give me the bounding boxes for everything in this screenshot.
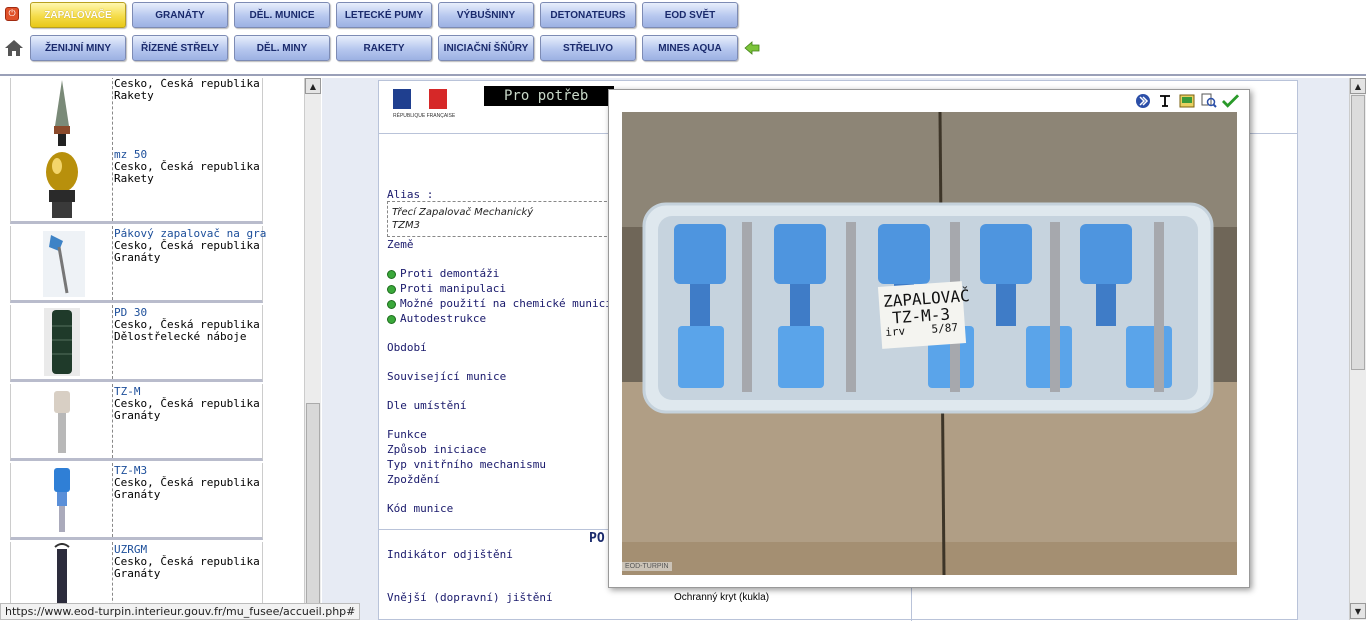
- page-scrollbar[interactable]: ▲ ▼: [1349, 78, 1366, 620]
- list-item-type: Rakety: [114, 89, 154, 102]
- top-navigation: ⏻ ZAPALOVAČE GRANÁTY DĚL. MUNICE LETECKÉ…: [0, 0, 1366, 76]
- nav-detonateurs[interactable]: DETONATEURS: [540, 2, 636, 28]
- scroll-up-arrow-icon[interactable]: ▲: [1350, 78, 1366, 94]
- list-item[interactable]: mz 50 Cesko, Česká republika Rakety: [10, 147, 263, 224]
- fuze-photo: ZAPALOVAČ TZ-M-3 irv 5/87 EOD-TURPIN: [622, 112, 1237, 575]
- viewer-toolbar: [1134, 92, 1239, 109]
- list-item-type: Rakety: [114, 172, 154, 185]
- list-item[interactable]: PD 30 Cesko, Česká republika Dělostřelecké…: [10, 305, 263, 382]
- back-arrow-icon[interactable]: [744, 40, 760, 56]
- nav-rakety[interactable]: RAKETY: [336, 35, 432, 61]
- nav-eod-svet[interactable]: EOD SVĚT: [642, 2, 738, 28]
- list-item-type: Granáty: [114, 567, 161, 580]
- field-kod: Kód munice: [387, 502, 454, 515]
- list-item[interactable]: Cesko, Česká republika Rakety: [10, 78, 263, 153]
- ok-status-icon: [387, 284, 396, 294]
- alias-value: TZM3: [392, 220, 420, 231]
- browser-status-bar: https://www.eod-turpin.interieur.gouv.fr…: [0, 603, 361, 620]
- section-heading: PO: [589, 531, 605, 546]
- external-safety-value: Ochranný kryt (kukla): [674, 592, 770, 603]
- nav-mines-aqua[interactable]: MINES AQUA: [642, 35, 738, 61]
- lever-fuze-thumbnail: [13, 226, 111, 300]
- ok-status-icon: [387, 314, 396, 324]
- external-safety-label: Vnější (dopravní) jištění: [387, 591, 553, 604]
- ok-status-icon: [387, 299, 396, 309]
- photo-watermark: EOD-TURPIN: [622, 562, 672, 571]
- image-icon[interactable]: [1178, 92, 1195, 109]
- mz50-thumbnail: [13, 147, 111, 221]
- fuze-list-panel: Cesko, Česká republika Rakety mz 50 Cesko,…: [0, 78, 322, 620]
- list-item-type: Granáty: [114, 251, 161, 264]
- field-souvisejici: Související munice: [387, 370, 507, 383]
- alias-label: Alias :: [387, 188, 434, 201]
- field-funkce: Funkce: [387, 428, 427, 441]
- nav-strelivo[interactable]: STŘELIVO: [540, 35, 636, 61]
- list-item[interactable]: TZ-M Cesko, Česká republika Granáty: [10, 384, 263, 461]
- nav-letecke-pumy[interactable]: LETECKÉ PUMY: [336, 2, 432, 28]
- list-item[interactable]: Pákový zapalovač na gra Cesko, Česká repu…: [10, 226, 266, 303]
- rocket-fuze-thumbnail: [13, 78, 111, 150]
- power-icon[interactable]: ⏻: [5, 7, 19, 21]
- confirm-check-icon[interactable]: [1222, 92, 1239, 109]
- alias-value: Třecí Zapalovač Mechanický: [392, 207, 534, 218]
- indicator-label: Indikátor odjištění: [387, 548, 513, 561]
- scroll-up-arrow-icon[interactable]: ▲: [305, 78, 321, 94]
- nav-del-munice[interactable]: DĚL. MUNICE: [234, 2, 330, 28]
- ok-status-icon: [387, 269, 396, 279]
- republique-text: RÉPUBLIQUE FRANÇAISE: [393, 113, 456, 119]
- flag-chemical: Možné použití na chemické munici: [387, 297, 612, 310]
- field-obdobi: Období: [387, 341, 427, 354]
- field-umisteni: Dle umístění: [387, 399, 467, 412]
- flag-anti-handling: Proti manipulaci: [387, 282, 506, 295]
- list-item-type: Dělostřelecké náboje: [114, 330, 247, 343]
- tz-m3-thumbnail: [13, 463, 111, 537]
- scrollbar-thumb[interactable]: [1351, 95, 1365, 370]
- tz-m-thumbnail: [13, 384, 111, 458]
- text-icon[interactable]: [1156, 92, 1173, 109]
- photo-label: ZAPALOVAČ TZ-M-3 irv 5/87: [882, 286, 971, 339]
- nav-vybusniny[interactable]: VÝBUŠNINY: [438, 2, 534, 28]
- list-item-type: Granáty: [114, 409, 161, 422]
- flag-self-destruct: Autodestrukce: [387, 312, 486, 325]
- scrollbar-thumb[interactable]: [306, 403, 320, 620]
- home-icon[interactable]: [4, 38, 24, 58]
- nav-granaty[interactable]: GRANÁTY: [132, 2, 228, 28]
- left-list-scrollbar[interactable]: ▲: [304, 78, 321, 620]
- image-viewer-popup: ZAPALOVAČ TZ-M-3 irv 5/87 EOD-TURPIN: [608, 89, 1250, 588]
- field-zpozdeni: Zpoždění: [387, 473, 440, 486]
- zeme-label: Země: [387, 238, 414, 251]
- banner: Pro potřeb: [484, 86, 614, 106]
- zoom-icon[interactable]: [1200, 92, 1217, 109]
- nav-rizene-strely[interactable]: ŘÍZENÉ STŘELY: [132, 35, 228, 61]
- field-iniciace: Způsob iniciace: [387, 443, 487, 456]
- nav-zenijni-miny[interactable]: ŽENIJNÍ MINY: [30, 35, 126, 61]
- next-icon[interactable]: [1134, 92, 1151, 109]
- pd30-thumbnail: [13, 305, 111, 379]
- list-item-type: Granáty: [114, 488, 161, 501]
- alias-box: Třecí Zapalovač Mechanický TZM3: [387, 201, 612, 237]
- field-mechanismus: Typ vnitřního mechanismu: [387, 458, 546, 471]
- list-item[interactable]: TZ-M3 Cesko, Česká republika Granáty: [10, 463, 263, 540]
- scroll-down-arrow-icon[interactable]: ▼: [1350, 603, 1366, 619]
- nav-zapalovace[interactable]: ZAPALOVAČE: [30, 2, 126, 28]
- flag-anti-dismantle: Proti demontáži: [387, 267, 499, 280]
- nav-del-miny[interactable]: DĚL. MINY: [234, 35, 330, 61]
- nav-iniciacni-snury[interactable]: INICIAČNÍ ŠŇŮRY: [438, 35, 534, 61]
